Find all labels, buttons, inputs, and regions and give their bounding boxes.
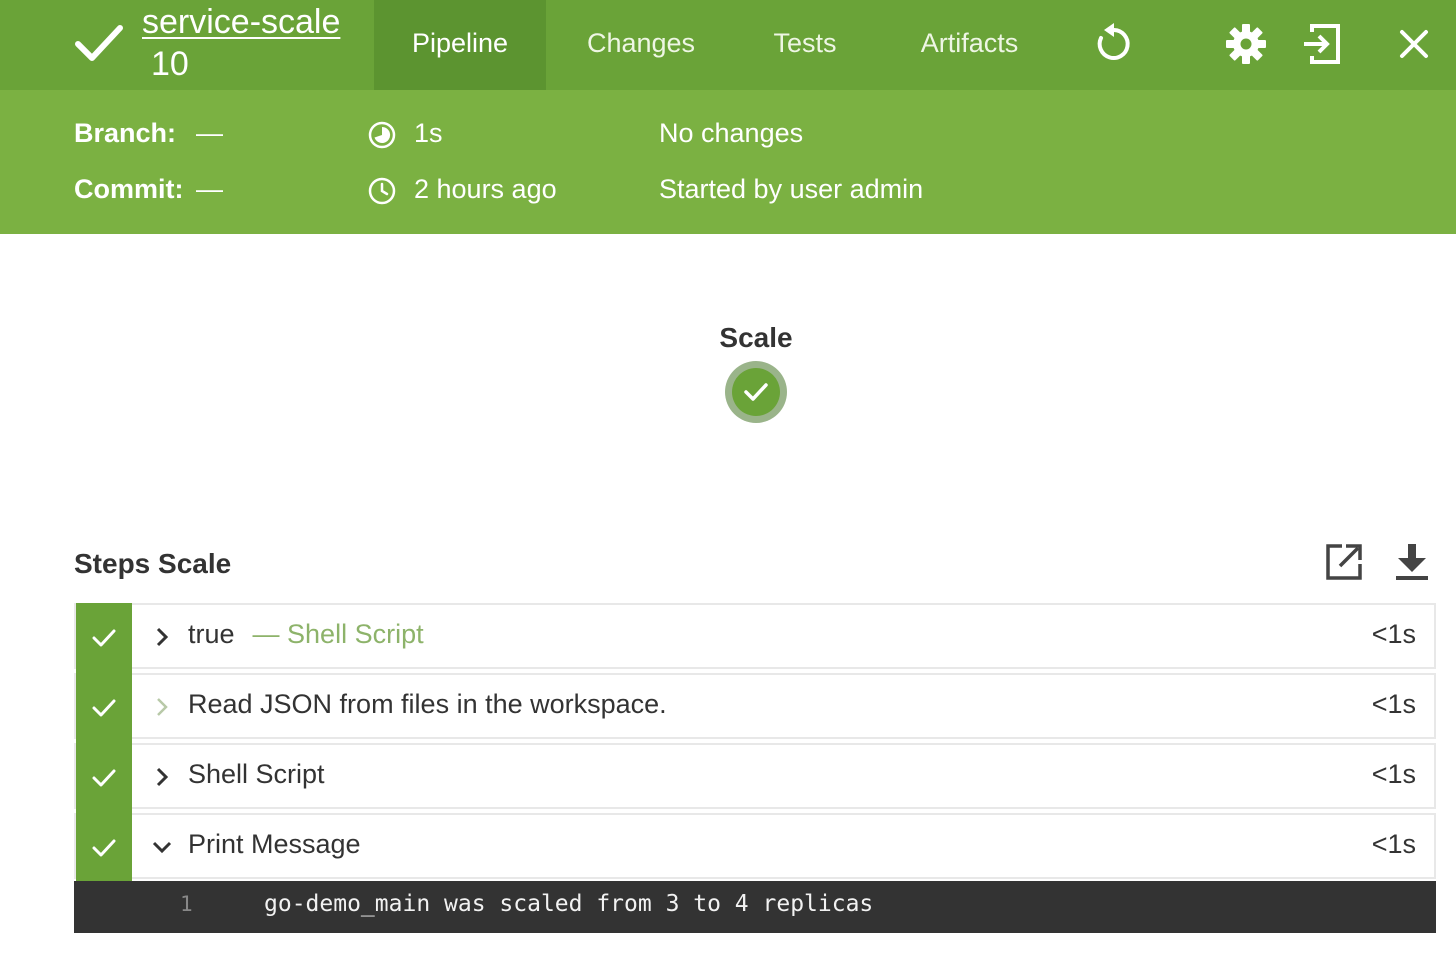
checkmark-icon [75,25,123,61]
branch-label: Branch: [74,118,177,148]
step-status [76,813,132,883]
tab-changes[interactable]: Changes [566,0,716,90]
rerun-icon[interactable] [1090,20,1138,68]
download-icon[interactable] [1390,540,1434,584]
chevron-right-icon[interactable] [150,695,174,719]
step-name: Shell Script [188,759,325,789]
exit-icon[interactable] [1298,20,1346,68]
run-number: 10 [151,45,189,83]
step-title: true — Shell Script [188,619,424,650]
step-status [76,673,132,743]
branch-value: — [196,118,223,148]
step-name: true [188,619,235,649]
close-icon[interactable] [1390,20,1438,68]
tab-tests[interactable]: Tests [755,0,855,90]
started-value: 2 hours ago [414,174,557,204]
step-status [76,603,132,673]
step-status [76,743,132,813]
checkmark-icon [92,699,116,717]
open-external-icon[interactable] [1322,540,1366,584]
top-bar: service-scale 10 Pipeline Changes Tests … [0,0,1456,90]
run-name-link[interactable]: service-scale [142,2,340,42]
checkmark-icon [92,629,116,647]
stage-name: Scale [719,322,793,353]
clock-icon [368,177,396,205]
step-duration: <1s [1371,759,1416,789]
step-name: Read JSON from files in the workspace. [188,689,667,719]
step-log-output: 1 go-demo_main was scaled from 3 to 4 re… [74,881,1436,933]
checkmark-icon [92,769,116,787]
duration-value: 1s [414,118,443,148]
stage-success-node[interactable] [724,360,788,424]
steps-title: Steps Scale [74,548,232,579]
step-duration: <1s [1371,689,1416,719]
tab-pipeline[interactable]: Pipeline [374,0,546,90]
log-line-number[interactable]: 1 [180,892,193,916]
log-line-text: go-demo_main was scaled from 3 to 4 repl… [264,891,874,917]
duration-icon [368,121,396,149]
step-duration: <1s [1371,829,1416,859]
step-row[interactable]: true — Shell Script <1s [74,603,1436,673]
checkmark-icon [92,839,116,857]
chevron-right-icon[interactable] [150,625,174,649]
step-row[interactable]: Print Message <1s [74,813,1436,883]
step-subtitle: — Shell Script [252,619,424,649]
gear-icon[interactable] [1222,20,1270,68]
run-summary: Branch: — Commit: — 1s 2 hours ago No ch… [0,90,1456,234]
step-name: Print Message [188,829,361,859]
step-duration: <1s [1371,619,1416,649]
step-row[interactable]: Read JSON from files in the workspace. <… [74,673,1436,743]
commit-value: — [196,174,223,204]
chevron-down-icon[interactable] [150,835,174,859]
changes-value: No changes [659,118,804,148]
commit-label: Commit: [74,174,184,204]
started-by-value: Started by user admin [659,174,924,204]
tab-artifacts[interactable]: Artifacts [897,0,1042,90]
chevron-right-icon[interactable] [150,765,174,789]
step-row[interactable]: Shell Script <1s [74,743,1436,813]
